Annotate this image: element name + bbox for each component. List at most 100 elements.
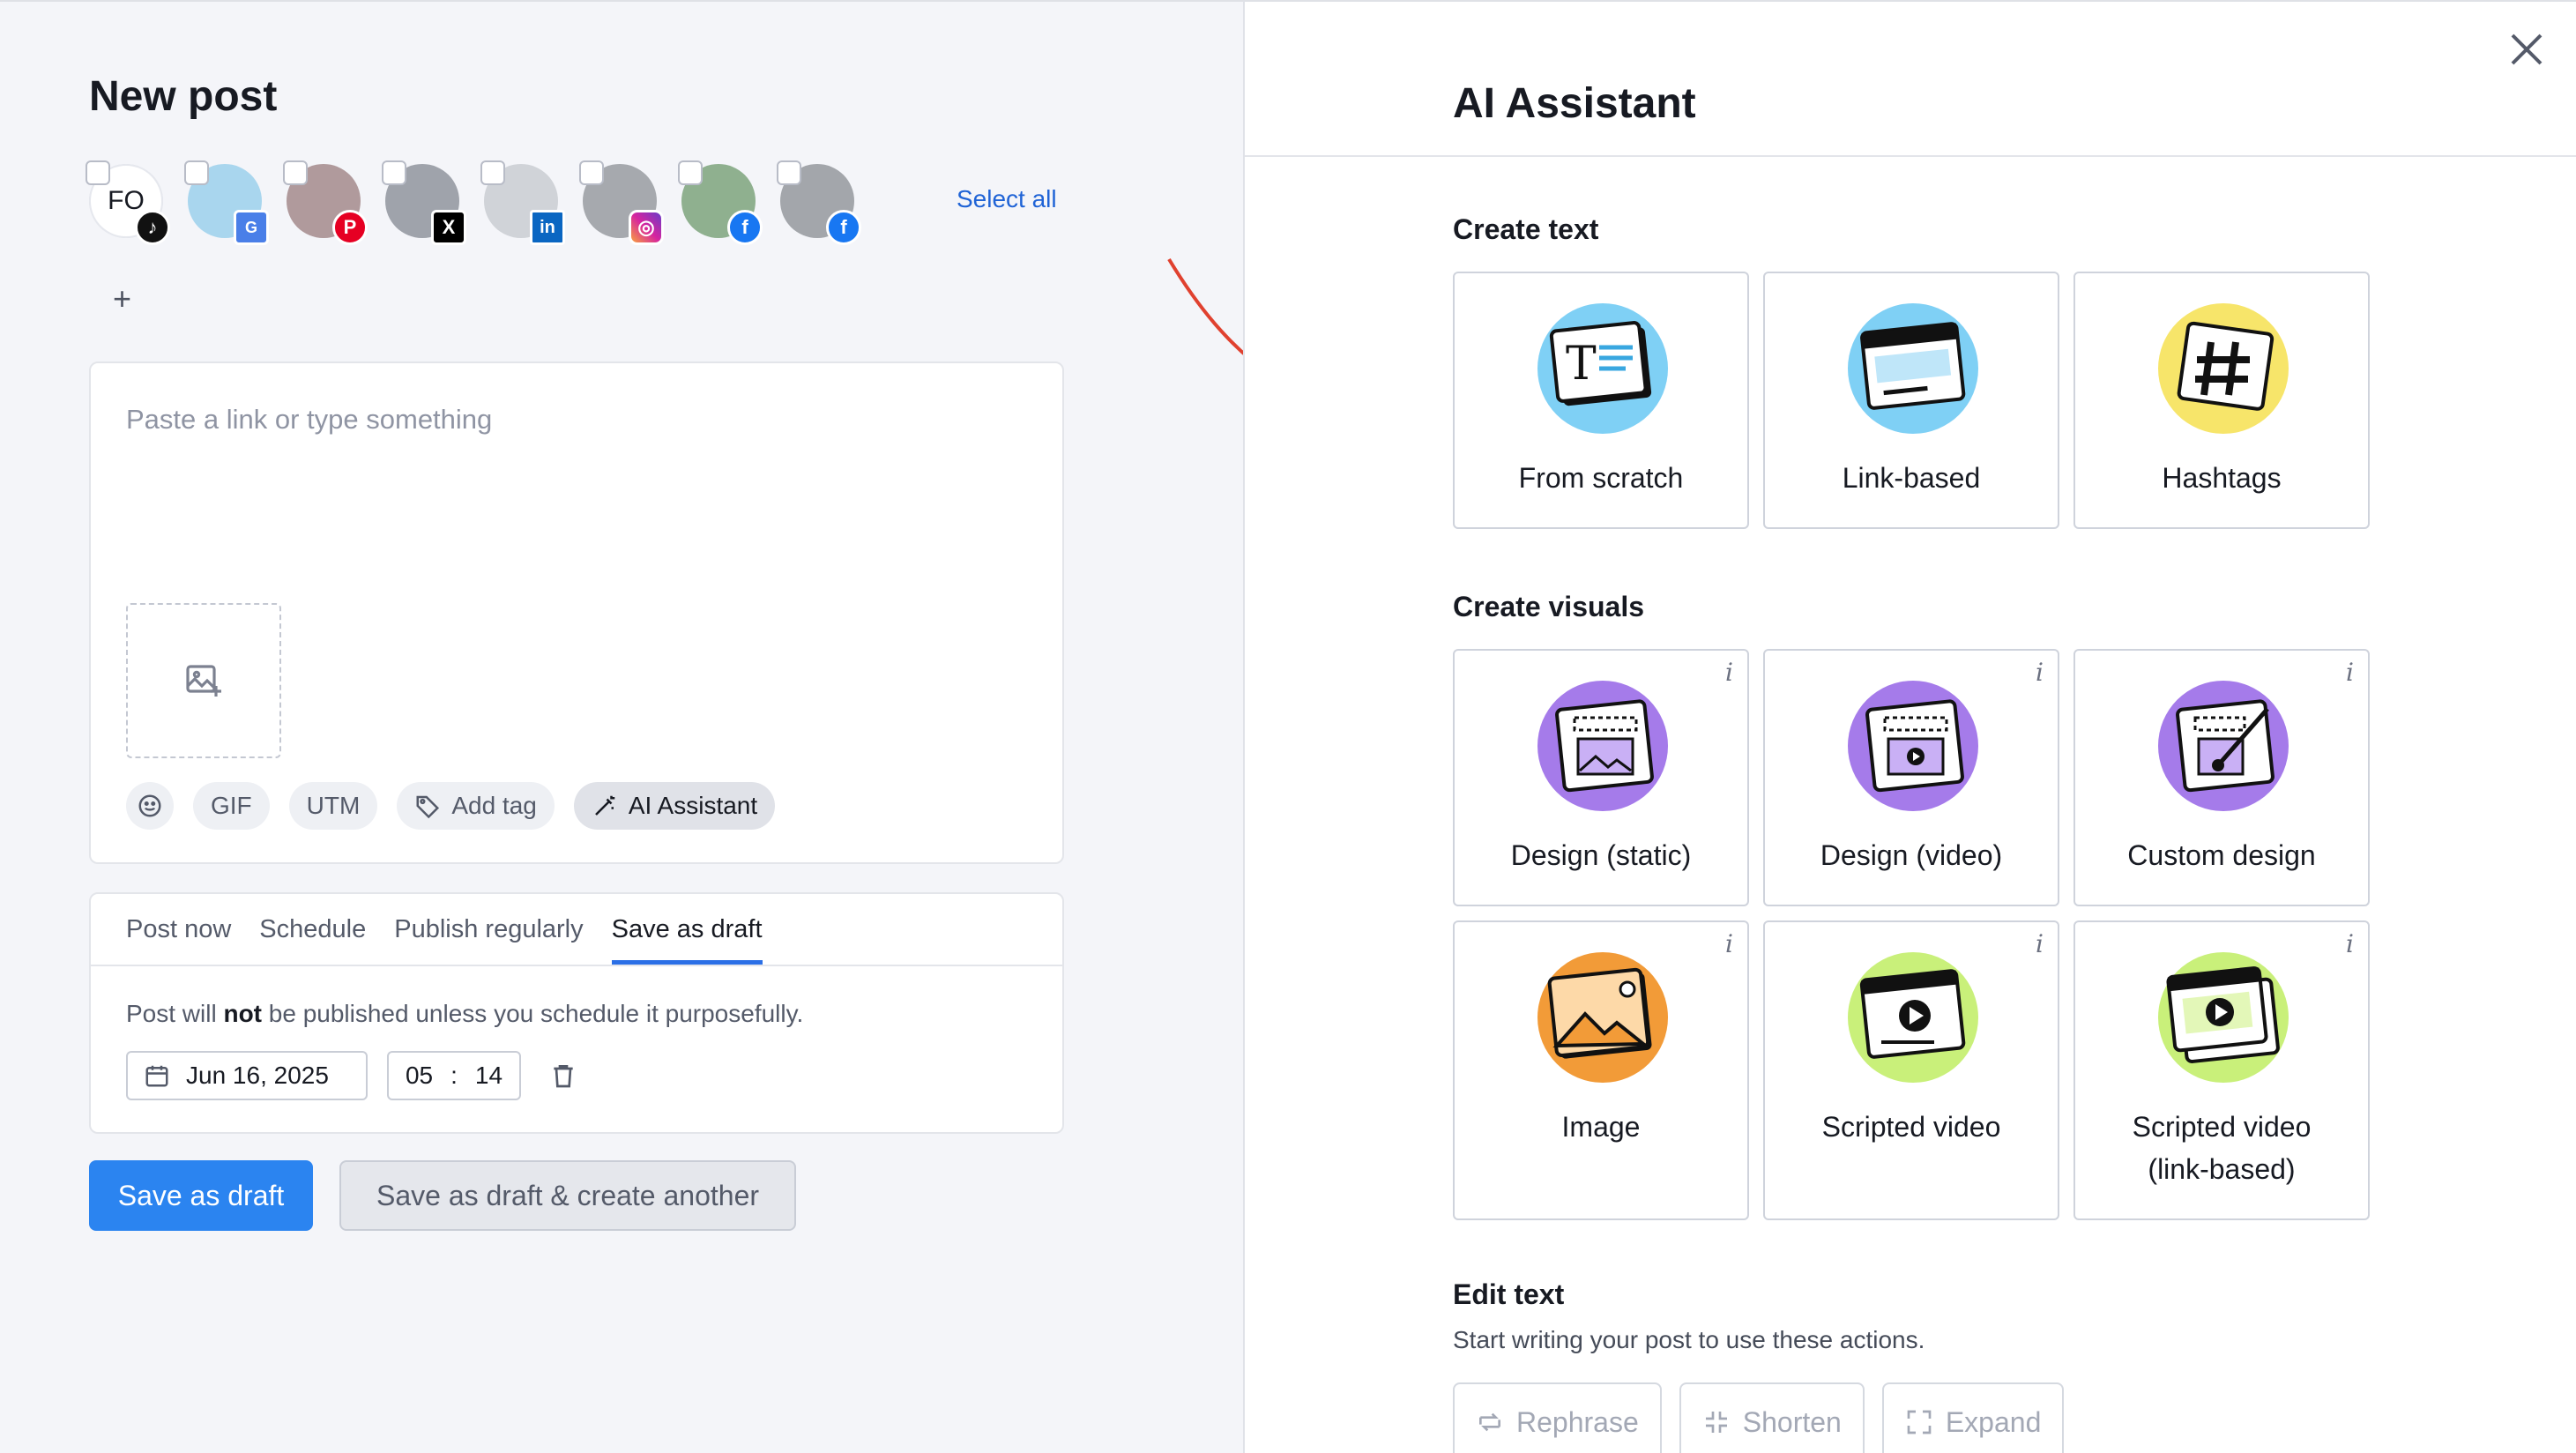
account-selector: FO ♪ G P X in ◎ f f <box>86 160 882 245</box>
design-static-icon <box>1537 681 1668 811</box>
account-checkbox[interactable] <box>283 160 308 185</box>
card-label: Scripted video <box>2132 1111 2312 1143</box>
composer-box: Paste a link or type something GIF UTM A… <box>89 361 1064 864</box>
card-hashtags[interactable]: Hashtags <box>2073 272 2370 529</box>
tag-icon <box>416 795 440 819</box>
google-business-icon: G <box>234 210 269 245</box>
card-label: Image <box>1561 1111 1641 1143</box>
add-account-button[interactable]: + <box>113 280 131 317</box>
save-draft-create-another-button[interactable]: Save as draft & create another <box>339 1160 796 1231</box>
linkedin-icon: in <box>530 210 565 245</box>
custom-design-icon <box>2158 681 2289 811</box>
image-icon <box>1537 952 1668 1083</box>
info-icon[interactable]: i <box>2036 929 2044 958</box>
tiktok-icon: ♪ <box>135 210 170 245</box>
account-checkbox[interactable] <box>382 160 406 185</box>
browser-window-icon <box>1848 303 1978 434</box>
design-video-icon <box>1848 681 1978 811</box>
minute-value[interactable]: 14 <box>475 1062 503 1090</box>
facebook-icon: f <box>826 210 861 245</box>
emoji-button[interactable] <box>126 782 174 830</box>
card-scripted-video-link-based[interactable]: i Scripted video (link-based) <box>2073 920 2370 1220</box>
card-label: From scratch <box>1518 462 1684 494</box>
header-divider <box>1245 155 2576 157</box>
account-facebook[interactable]: f <box>678 160 763 245</box>
gif-button[interactable]: GIF <box>193 782 270 830</box>
text-document-icon: T <box>1537 303 1668 434</box>
magic-wand-icon <box>594 795 615 816</box>
info-icon[interactable]: i <box>2346 929 2354 958</box>
card-label: Hashtags <box>2162 462 2282 494</box>
panel-title: AI Assistant <box>1453 80 1696 127</box>
rephrase-icon <box>1479 1412 1500 1432</box>
card-custom-design[interactable]: i Custom design <box>2073 649 2370 906</box>
account-facebook-2[interactable]: f <box>777 160 861 245</box>
card-design-static[interactable]: i Design (static) <box>1453 649 1749 906</box>
expand-icon <box>1907 1410 1932 1434</box>
account-google-business[interactable]: G <box>184 160 269 245</box>
trash-icon[interactable] <box>549 1062 577 1090</box>
account-linkedin[interactable]: in <box>480 160 565 245</box>
tab-save-as-draft[interactable]: Save as draft <box>611 894 763 965</box>
edit-text-actions: Rephrase Shorten Expand <box>1453 1382 2065 1453</box>
ai-assistant-panel: AI Assistant Create text T From scratch … <box>1243 0 2576 1453</box>
add-tag-label: Add tag <box>451 792 537 819</box>
account-checkbox[interactable] <box>579 160 604 185</box>
tab-schedule[interactable]: Schedule <box>259 894 366 965</box>
expand-button[interactable]: Expand <box>1881 1382 2065 1453</box>
time-separator: : <box>450 1062 458 1089</box>
card-label: Design (static) <box>1510 839 1692 871</box>
save-as-draft-button[interactable]: Save as draft <box>89 1160 313 1231</box>
shorten-label: Shorten <box>1742 1405 1842 1438</box>
info-icon[interactable]: i <box>2036 658 2044 687</box>
card-link-based[interactable]: Link-based <box>1763 272 2059 529</box>
create-text-heading: Create text <box>1453 213 1599 245</box>
add-media-button[interactable] <box>126 603 281 758</box>
hour-value[interactable]: 05 <box>406 1062 433 1090</box>
account-pinterest[interactable]: P <box>283 160 368 245</box>
card-label: Scripted video <box>1821 1111 2001 1143</box>
card-from-scratch[interactable]: T From scratch <box>1453 272 1749 529</box>
draft-note: Post will not be published unless you sc… <box>126 1000 804 1027</box>
card-label-line2: (link-based) <box>2148 1153 2296 1185</box>
account-tiktok[interactable]: FO ♪ <box>86 160 170 245</box>
card-design-video[interactable]: i Design (video) <box>1763 649 2059 906</box>
expand-label: Expand <box>1945 1405 2042 1438</box>
svg-text:T: T <box>1566 338 1597 391</box>
info-icon[interactable]: i <box>1725 929 1733 958</box>
tab-post-now[interactable]: Post now <box>126 894 231 965</box>
edit-text-heading: Edit text <box>1453 1278 1565 1310</box>
ai-assistant-label: AI Assistant <box>628 792 758 819</box>
publish-options: Post now Schedule Publish regularly Save… <box>89 892 1064 1134</box>
account-checkbox[interactable] <box>184 160 209 185</box>
select-all-link[interactable]: Select all <box>957 185 1057 213</box>
time-picker[interactable]: 05 : 14 <box>387 1051 521 1100</box>
account-x[interactable]: X <box>382 160 466 245</box>
post-text-input[interactable]: Paste a link or type something <box>126 404 492 436</box>
page-title: New post <box>89 73 278 120</box>
add-tag-button[interactable]: Add tag <box>397 782 555 830</box>
tab-publish-regularly[interactable]: Publish regularly <box>394 894 583 965</box>
card-scripted-video[interactable]: i Scripted video <box>1763 920 2059 1220</box>
rephrase-button[interactable]: Rephrase <box>1453 1382 1662 1453</box>
card-image[interactable]: i Image <box>1453 920 1749 1220</box>
account-instagram[interactable]: ◎ <box>579 160 664 245</box>
utm-button[interactable]: UTM <box>288 782 378 830</box>
x-icon: X <box>431 210 466 245</box>
facebook-icon: f <box>727 210 763 245</box>
calendar-icon <box>145 1065 168 1087</box>
account-checkbox[interactable] <box>678 160 703 185</box>
edit-text-subtitle: Start writing your post to use these act… <box>1453 1326 1925 1353</box>
info-icon[interactable]: i <box>2346 658 2354 687</box>
account-checkbox[interactable] <box>480 160 505 185</box>
close-icon[interactable] <box>2505 28 2548 71</box>
account-checkbox[interactable] <box>86 160 110 185</box>
account-checkbox[interactable] <box>777 160 801 185</box>
date-picker[interactable]: Jun 16, 2025 <box>126 1051 368 1100</box>
publish-tabs: Post now Schedule Publish regularly Save… <box>126 894 763 965</box>
shorten-button[interactable]: Shorten <box>1679 1382 1865 1453</box>
scripted-video-link-icon <box>2158 952 2289 1083</box>
create-visuals-heading: Create visuals <box>1453 591 1645 622</box>
info-icon[interactable]: i <box>1725 658 1733 687</box>
ai-assistant-button[interactable]: AI Assistant <box>573 782 776 830</box>
